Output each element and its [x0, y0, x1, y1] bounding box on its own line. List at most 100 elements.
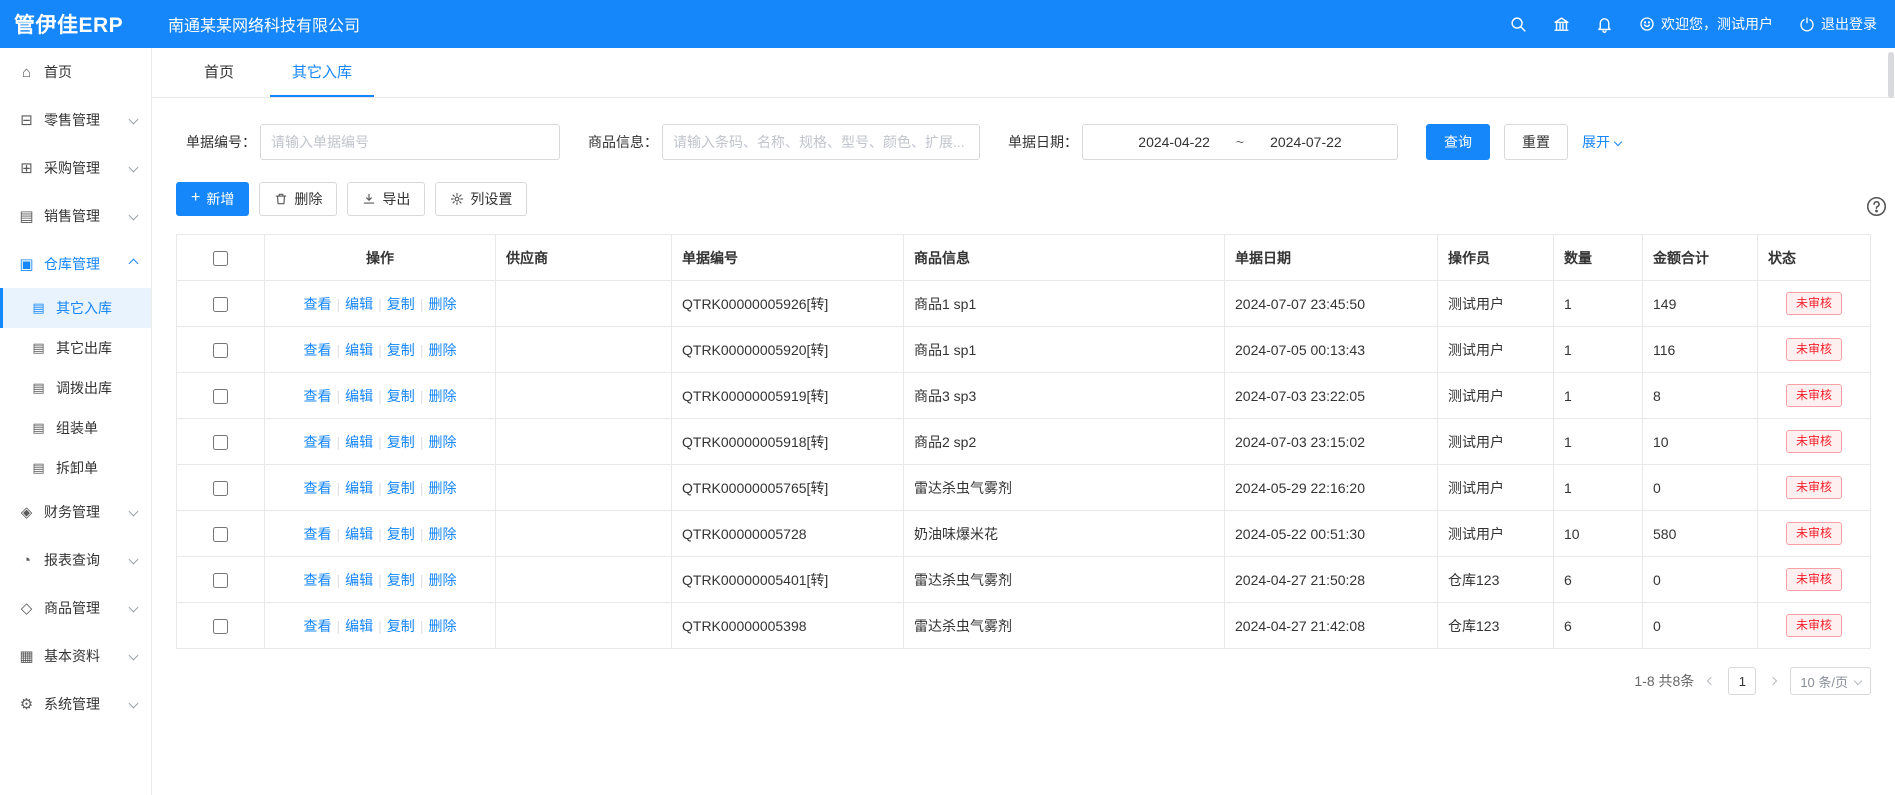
welcome-user[interactable]: 欢迎您，测试用户 [1639, 14, 1773, 34]
row-action-edit[interactable]: 编辑 [345, 480, 373, 496]
row-action-view[interactable]: 查看 [304, 342, 332, 358]
row-checkbox-cell [177, 281, 265, 327]
row-action-copy[interactable]: 复制 [387, 434, 415, 450]
row-actions-cell: 查看|编辑|复制|删除 [265, 557, 496, 603]
cell-product: 雷达杀虫气雾剂 [904, 465, 1225, 511]
row-action-edit[interactable]: 编辑 [345, 342, 373, 358]
row-action-delete[interactable]: 删除 [428, 526, 456, 542]
search-button[interactable]: 查询 [1426, 124, 1490, 160]
row-checkbox[interactable] [213, 619, 228, 634]
chevron-down-icon [129, 506, 139, 516]
sidebar-item-warehouse[interactable]: ▣仓库管理 [0, 240, 151, 288]
row-action-delete[interactable]: 删除 [428, 480, 456, 496]
expand-toggle[interactable]: 展开 [1582, 132, 1621, 152]
row-action-edit[interactable]: 编辑 [345, 526, 373, 542]
row-action-copy[interactable]: 复制 [387, 342, 415, 358]
date-start-value[interactable]: 2024-04-22 [1138, 134, 1210, 150]
row-action-delete[interactable]: 删除 [428, 618, 456, 634]
sidebar-subitem-transfer-outbound[interactable]: ▤调拨出库 [0, 368, 151, 408]
row-action-copy[interactable]: 复制 [387, 572, 415, 588]
help-icon[interactable] [1866, 196, 1887, 222]
row-action-edit[interactable]: 编辑 [345, 296, 373, 312]
row-checkbox[interactable] [213, 481, 228, 496]
row-action-delete[interactable]: 删除 [428, 388, 456, 404]
row-action-view[interactable]: 查看 [304, 572, 332, 588]
row-action-copy[interactable]: 复制 [387, 526, 415, 542]
page-size-select[interactable]: 10 条/页 [1790, 667, 1871, 695]
sidebar-item-basic-data[interactable]: ▦基本资料 [0, 632, 151, 680]
sidebar-subitem-assembly-order[interactable]: ▤组装单 [0, 408, 151, 448]
row-action-edit[interactable]: 编辑 [345, 434, 373, 450]
tab-other-inbound[interactable]: 其它入库 [270, 48, 374, 97]
sidebar-item-sales[interactable]: ▤销售管理 [0, 192, 151, 240]
sidebar-item-product[interactable]: ◇商品管理 [0, 584, 151, 632]
row-checkbox[interactable] [213, 389, 228, 404]
status-badge: 未审核 [1786, 430, 1842, 452]
delete-button[interactable]: 删除 [259, 182, 337, 216]
row-checkbox[interactable] [213, 527, 228, 542]
row-action-view[interactable]: 查看 [304, 526, 332, 542]
chevron-up-icon [129, 258, 139, 268]
cell-status: 未审核 [1758, 281, 1871, 327]
logout-text: 退出登录 [1821, 14, 1877, 34]
sidebar-item-system[interactable]: ⚙系统管理 [0, 680, 151, 728]
row-action-view[interactable]: 查看 [304, 434, 332, 450]
action-separator: | [378, 296, 382, 312]
export-button[interactable]: 导出 [347, 182, 425, 216]
current-page-button[interactable]: 1 [1728, 667, 1756, 695]
sidebar-subitem-other-inbound[interactable]: ▤其它入库 [0, 288, 151, 328]
prev-page-button[interactable] [1706, 678, 1716, 684]
date-range-picker[interactable]: 2024-04-22 ~ 2024-07-22 [1082, 124, 1398, 160]
sidebar-item-home[interactable]: ⌂首页 [0, 48, 151, 96]
row-action-view[interactable]: 查看 [304, 388, 332, 404]
sidebar-subitem-disassembly-order[interactable]: ▤拆卸单 [0, 448, 151, 488]
row-action-edit[interactable]: 编辑 [345, 618, 373, 634]
sidebar-item-report[interactable]: ◔报表查询 [0, 536, 151, 584]
search-icon[interactable] [1510, 16, 1527, 33]
row-action-copy[interactable]: 复制 [387, 480, 415, 496]
row-action-copy[interactable]: 复制 [387, 388, 415, 404]
cell-amount: 0 [1643, 465, 1758, 511]
sidebar-item-label: 销售管理 [44, 206, 100, 226]
row-action-copy[interactable]: 复制 [387, 618, 415, 634]
sidebar-item-retail[interactable]: ⊟零售管理 [0, 96, 151, 144]
sidebar-subitem-other-outbound[interactable]: ▤其它出库 [0, 328, 151, 368]
row-action-delete[interactable]: 删除 [428, 342, 456, 358]
row-action-copy[interactable]: 复制 [387, 296, 415, 312]
reset-button[interactable]: 重置 [1504, 124, 1568, 160]
tab-home[interactable]: 首页 [182, 48, 256, 97]
logout-button[interactable]: 退出登录 [1799, 14, 1877, 34]
add-button[interactable]: + 新增 [176, 182, 249, 216]
select-all-checkbox[interactable] [213, 251, 228, 266]
bill-no-input[interactable] [260, 124, 560, 160]
row-action-view[interactable]: 查看 [304, 618, 332, 634]
sidebar-item-purchase[interactable]: ⊞采购管理 [0, 144, 151, 192]
sidebar-item-finance[interactable]: ◈财务管理 [0, 488, 151, 536]
pagination: 1-8 共8条 1 10 条/页 [176, 667, 1871, 695]
row-checkbox[interactable] [213, 435, 228, 450]
chevron-down-icon [129, 650, 139, 660]
date-end-value[interactable]: 2024-07-22 [1270, 134, 1342, 150]
product-info-label: 商品信息： [588, 132, 658, 152]
scrollbar[interactable] [1888, 52, 1894, 98]
row-action-view[interactable]: 查看 [304, 480, 332, 496]
product-info-input[interactable] [662, 124, 980, 160]
row-checkbox[interactable] [213, 297, 228, 312]
row-checkbox[interactable] [213, 343, 228, 358]
row-action-view[interactable]: 查看 [304, 296, 332, 312]
cell-operator: 测试用户 [1438, 511, 1554, 557]
row-checkbox[interactable] [213, 573, 228, 588]
next-page-button[interactable] [1768, 678, 1778, 684]
row-action-delete[interactable]: 删除 [428, 572, 456, 588]
action-separator: | [378, 618, 382, 634]
document-icon: ▤ [30, 460, 47, 476]
row-action-edit[interactable]: 编辑 [345, 572, 373, 588]
row-action-edit[interactable]: 编辑 [345, 388, 373, 404]
bank-icon[interactable] [1553, 16, 1570, 33]
row-action-delete[interactable]: 删除 [428, 296, 456, 312]
column-header: 数量 [1554, 235, 1643, 281]
bell-icon[interactable] [1596, 16, 1613, 33]
cell-supplier [496, 373, 672, 419]
row-action-delete[interactable]: 删除 [428, 434, 456, 450]
column-settings-button[interactable]: 列设置 [435, 182, 527, 216]
